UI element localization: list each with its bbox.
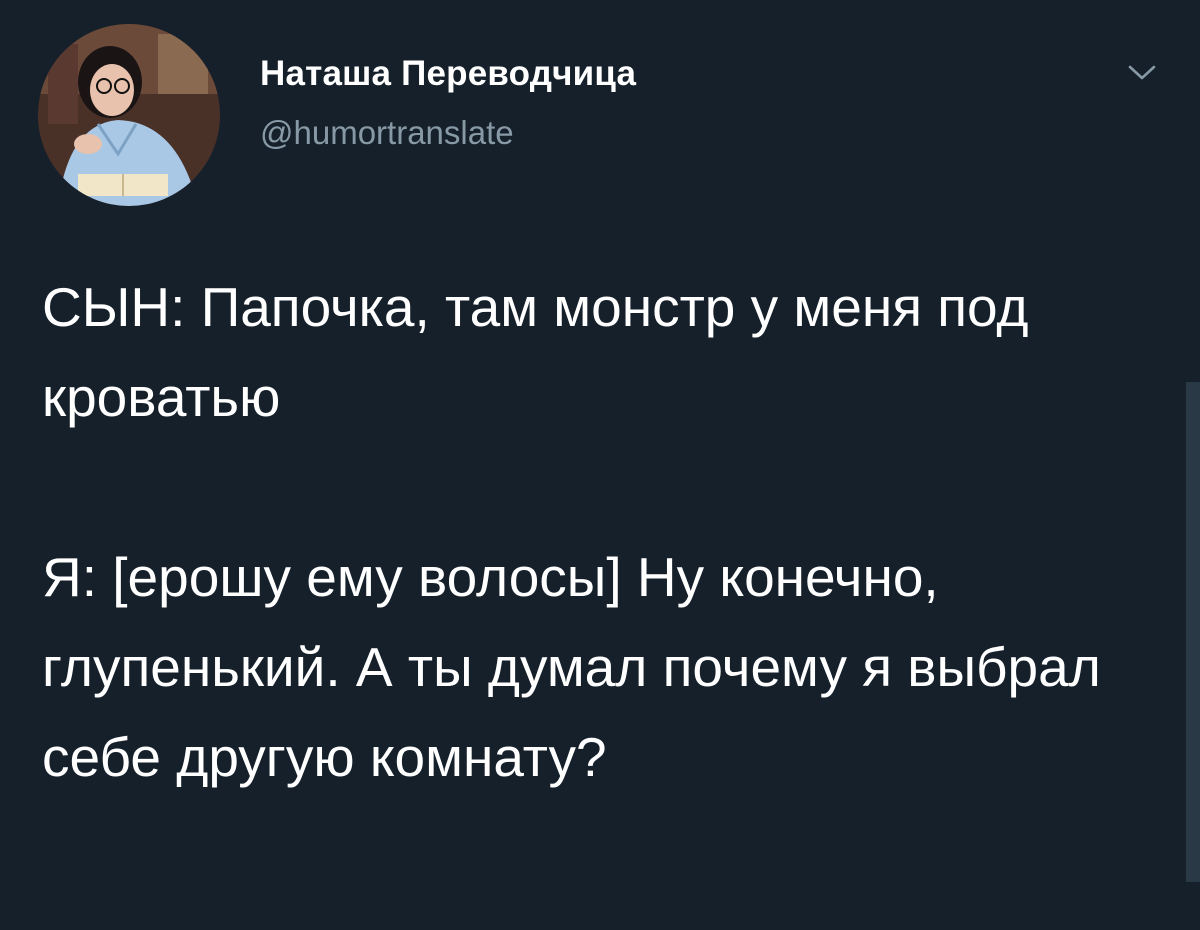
display-name[interactable]: Наташа Переводчица bbox=[260, 54, 636, 94]
tweet-header: Наташа Переводчица @humortranslate bbox=[38, 24, 1162, 209]
avatar[interactable] bbox=[38, 24, 220, 206]
scrollbar[interactable] bbox=[1186, 382, 1200, 882]
avatar-photo bbox=[38, 24, 220, 206]
user-handle[interactable]: @humortranslate bbox=[260, 114, 636, 152]
chevron-down-icon bbox=[1128, 65, 1156, 80]
tweet-menu-button[interactable] bbox=[1122, 58, 1162, 88]
user-info: Наташа Переводчица @humortranslate bbox=[260, 54, 636, 152]
tweet-page: Наташа Переводчица @humortranslate СЫН: … bbox=[0, 0, 1200, 930]
tweet-text: СЫН: Папочка, там монстр у меня под кров… bbox=[42, 276, 1101, 788]
